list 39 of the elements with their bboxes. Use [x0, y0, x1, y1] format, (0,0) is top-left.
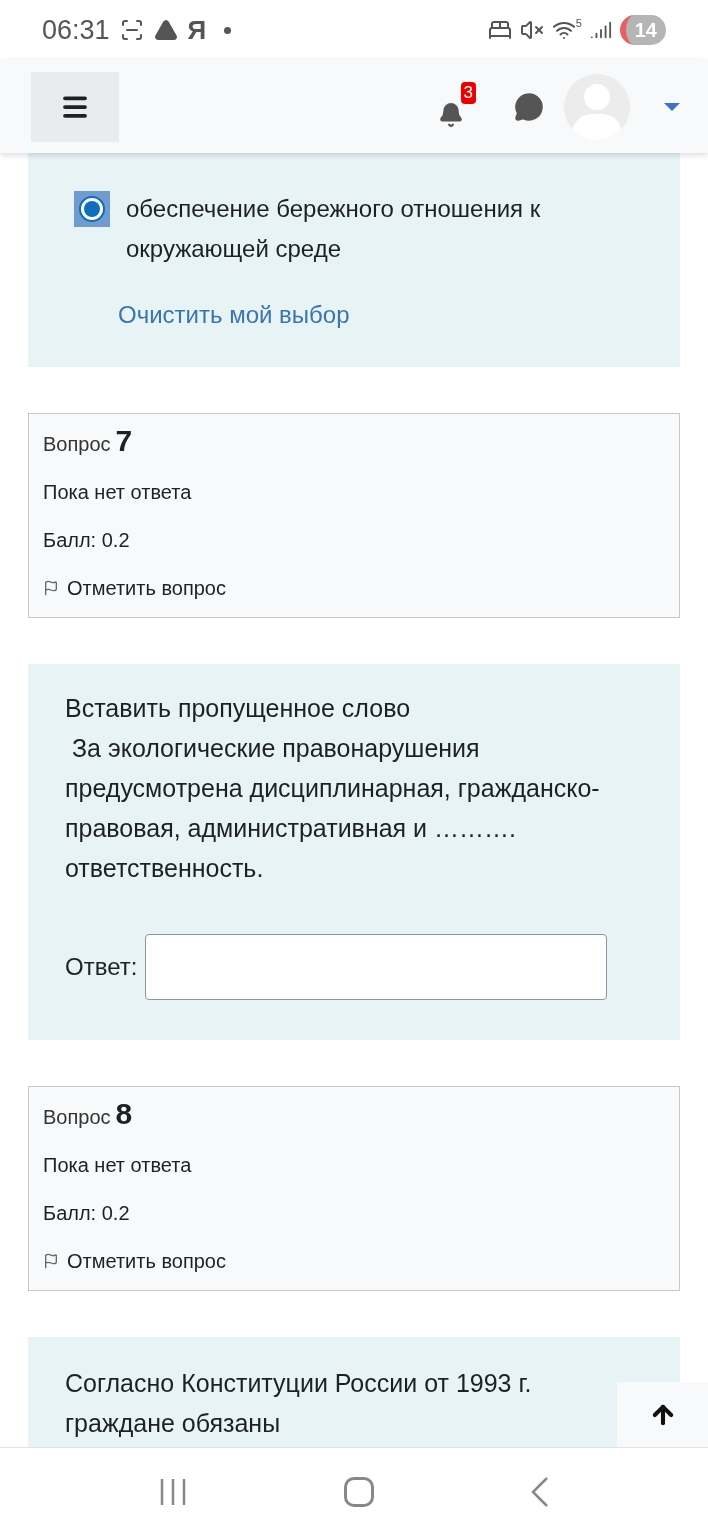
menu-button[interactable] [31, 71, 119, 142]
dropdown-caret-icon[interactable] [664, 102, 680, 111]
battery-badge: 14 [619, 15, 666, 45]
flag-question-link[interactable]: Отметить вопрос [43, 1246, 665, 1276]
app-letter: Я [187, 13, 207, 47]
wifi-band-label: 5 [575, 18, 582, 29]
scroll-to-top-button[interactable] [617, 1382, 708, 1447]
recent-apps-icon[interactable] [158, 1477, 188, 1507]
question-number: 7 [115, 426, 133, 456]
question-text: Вставить пропущенное слово [65, 693, 412, 724]
score-text: Балл: 0.2 [43, 1201, 131, 1226]
question-number: 8 [115, 1099, 133, 1129]
clear-choice-link[interactable]: Очистить мой выбор [118, 297, 660, 333]
signal-icon [589, 19, 612, 41]
answer-label: Ответ: [65, 952, 138, 982]
score-text: Балл: 0.2 [43, 528, 131, 553]
question-label: Вопрос [43, 432, 111, 457]
bed-icon [487, 18, 512, 42]
question-label: Вопрос [43, 1105, 111, 1130]
status-time: 06:31 [42, 13, 110, 47]
flag-icon [43, 580, 59, 596]
answer-status: Пока нет ответа [43, 480, 193, 505]
back-icon[interactable] [530, 1476, 550, 1508]
answer-input-field[interactable] [145, 934, 608, 1000]
notifications-button[interactable]: 3 [438, 81, 482, 132]
bell-icon [438, 101, 464, 128]
warning-icon [153, 18, 178, 42]
screenshot-icon [119, 18, 144, 42]
radio-button[interactable] [74, 191, 110, 227]
flag-icon [43, 1253, 59, 1269]
mute-icon [519, 18, 544, 42]
notification-badge: 3 [460, 81, 476, 104]
answer-status: Пока нет ответа [43, 1153, 193, 1178]
flag-question-link[interactable]: Отметить вопрос [43, 573, 665, 603]
home-icon[interactable] [344, 1477, 374, 1507]
messages-icon[interactable] [514, 91, 544, 122]
question-text: За экологические правонарушения предусмотрена дисциплинарная, гражданско-правовая, административная и ………. ответственность. [65, 733, 601, 884]
option-label: обеспечение бережного отношения к окружающей среде [126, 194, 542, 264]
question-text: Согласно Конституции России от 1993 г. граждане обязаны [65, 1368, 533, 1439]
